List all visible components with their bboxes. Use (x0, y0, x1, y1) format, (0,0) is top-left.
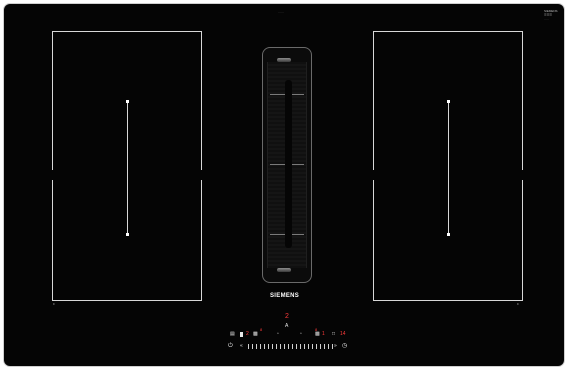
slider-tick (300, 344, 301, 349)
cooktop-glass-surface: ······ SIEMENS ☰☰☰ ····· ≡ ≡ SIEMENS 2 A… (4, 4, 564, 366)
zone-left-notch-right (200, 170, 203, 180)
top-label: ······ (278, 10, 284, 14)
slider-tick (320, 344, 321, 349)
zone-left-indicator (240, 332, 243, 337)
slider-tick (272, 344, 273, 349)
zone-left-center-line (127, 102, 128, 234)
slider-tick (268, 344, 269, 349)
zone-right-marker: ≡ (517, 302, 519, 306)
slider-tick (316, 344, 317, 349)
ventilation-auto-button[interactable]: A (285, 323, 288, 329)
power-slider[interactable] (248, 344, 333, 349)
zone-right-select-icon[interactable]: □ (332, 331, 335, 337)
zone-left-select-icon[interactable]: ▤ (230, 331, 235, 337)
slider-tick (252, 344, 253, 349)
slider-tick (260, 344, 261, 349)
slider-tick (248, 344, 249, 349)
zone-left-bottom-dot (126, 233, 129, 236)
slider-tick (332, 344, 333, 349)
slider-tick (312, 344, 313, 349)
slider-tick (296, 344, 297, 349)
ventilation-level-display: 2 (285, 313, 289, 320)
slider-tick (308, 344, 309, 349)
zone-left-top-dot (126, 100, 129, 103)
zone-right-flex-icon[interactable]: ▫ (300, 331, 302, 337)
zone-left-power-display: 2 (246, 331, 249, 337)
zone-right-secondary-display: 8 (315, 327, 318, 332)
timer-display: 14 (340, 331, 346, 337)
zone-left-marker: ≡ (53, 302, 55, 306)
brand-label: SIEMENS (270, 293, 300, 299)
zone-left-secondary-display: 8 (260, 327, 263, 332)
slider-tick (328, 344, 329, 349)
zone-right-center-line (448, 102, 449, 234)
cooking-zone-right[interactable] (372, 31, 524, 301)
slider-start-marker: « (240, 343, 243, 349)
zone-right-notch-right (521, 170, 524, 180)
extractor-grille (267, 62, 307, 268)
slider-tick (288, 344, 289, 349)
extractor-cap-bottom (277, 268, 291, 272)
zone-right-notch-left (372, 170, 375, 180)
slider-tick (292, 344, 293, 349)
zone-left-mode-icon[interactable]: ▩ (253, 331, 258, 337)
extractor-cap-top (277, 58, 291, 62)
slider-tick (324, 344, 325, 349)
control-panel-top-row: ▤ 2 ▩ 8 ▫ ▫ ▩ 8 1 □ 14 (228, 327, 352, 340)
ventilation-extractor[interactable] (262, 47, 312, 283)
zone-right-power-display: 1 (322, 331, 325, 337)
slider-end-marker: » (334, 343, 337, 349)
slider-tick (280, 344, 281, 349)
zone-left-flex-icon[interactable]: ▫ (277, 331, 279, 337)
zone-right-bottom-dot (447, 233, 450, 236)
slider-tick (284, 344, 285, 349)
brand-logo-top-right: SIEMENS ☰☰☰ ····· (544, 9, 560, 21)
slider-tick (304, 344, 305, 349)
cooking-zone-left[interactable] (51, 31, 203, 301)
zone-right-top-dot (447, 100, 450, 103)
zone-left-notch-left (51, 170, 54, 180)
timer-button[interactable]: ◷ (342, 343, 347, 349)
extractor-center-channel (285, 80, 292, 248)
power-button[interactable]: ⏻ (228, 343, 233, 349)
logo-line-3: ····· (544, 17, 549, 21)
slider-tick (264, 344, 265, 349)
slider-tick (276, 344, 277, 349)
slider-tick (256, 344, 257, 349)
